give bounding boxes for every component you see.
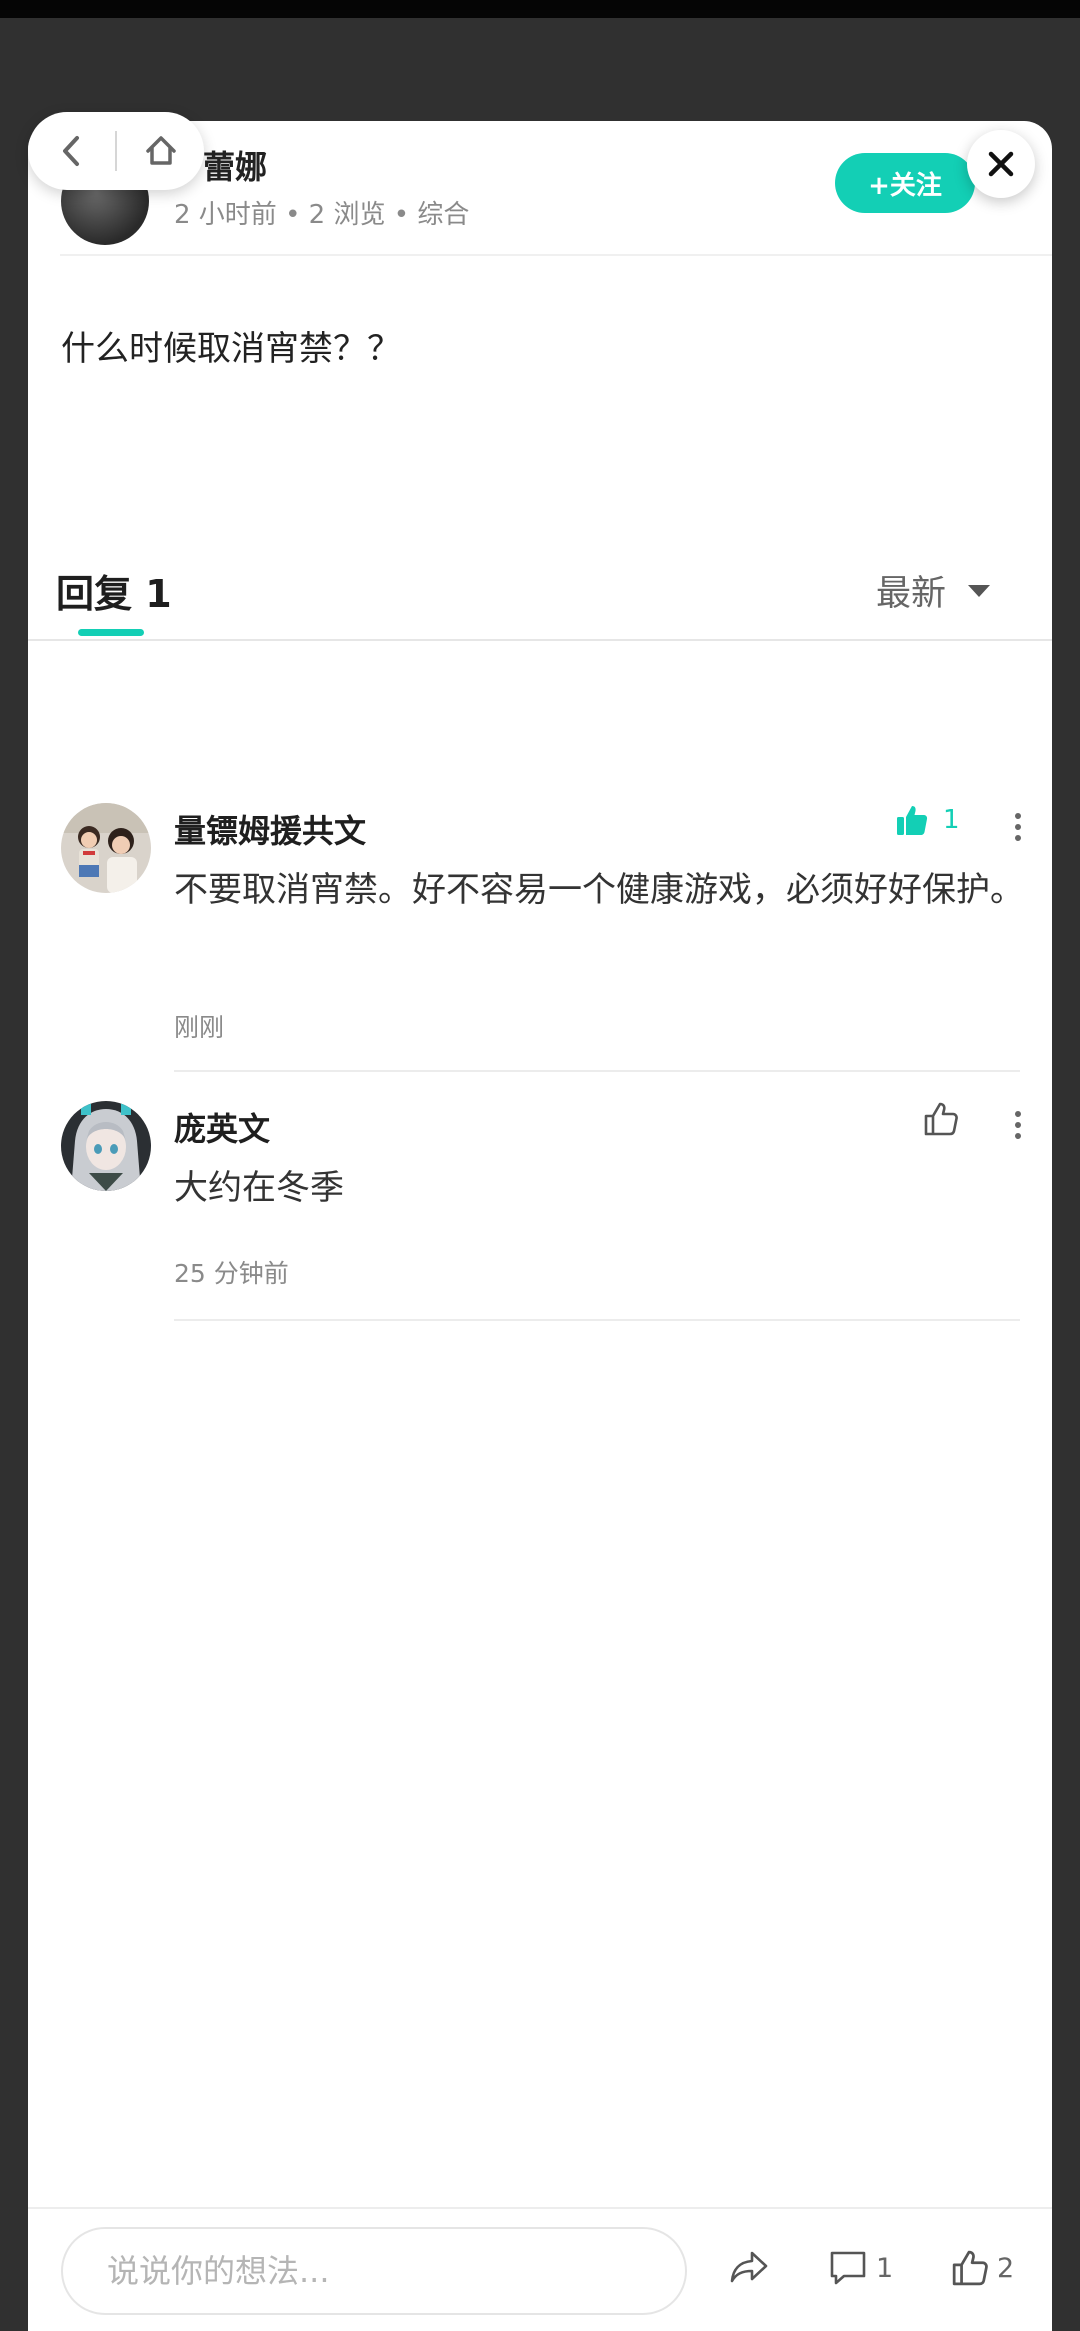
- nav-pill: [28, 112, 204, 190]
- like-count: 2: [997, 2252, 1015, 2284]
- status-bar: [0, 0, 1080, 18]
- close-icon: [988, 151, 1014, 177]
- comment-count: 1: [876, 2252, 894, 2284]
- sort-dropdown[interactable]: 最新: [876, 565, 991, 616]
- bottom-bar: 1 2: [28, 2207, 1052, 2331]
- comment-time: 刚刚: [174, 1013, 225, 1042]
- comment-text: 不要取消宵禁。好不容易一个健康游戏，必须好好保护。: [174, 870, 1024, 910]
- share-icon: [730, 2251, 768, 2283]
- comment-text: 大约在冬季: [174, 1168, 344, 1208]
- post-sheet: 蕾娜 2 小时前 • 2 浏览 • 综合 +关注 什么时候取消宵禁？？ 回复 1…: [28, 121, 1052, 2331]
- comment-icon: [830, 2251, 866, 2285]
- home-icon: [145, 136, 176, 165]
- comment-button[interactable]: 1: [828, 2249, 893, 2287]
- comment-input[interactable]: [61, 2227, 687, 2315]
- post-body: 什么时候取消宵禁？？: [61, 329, 401, 369]
- comment-divider: [174, 1070, 1020, 1072]
- comment-author[interactable]: 量镖姆援共文: [174, 806, 366, 852]
- more-button[interactable]: [1003, 807, 1033, 847]
- more-vertical-icon: [1015, 1111, 1021, 1117]
- caret-down-icon: [968, 584, 991, 597]
- tab-replies[interactable]: 回复 1: [56, 563, 172, 618]
- follow-button[interactable]: +关注: [835, 153, 975, 213]
- back-button[interactable]: [28, 112, 115, 190]
- more-vertical-icon: [1015, 813, 1021, 819]
- like-post-button[interactable]: 2: [951, 2249, 1014, 2287]
- thumbs-up-icon: [897, 806, 928, 835]
- post-meta: 2 小时前 • 2 浏览 • 综合: [174, 200, 470, 230]
- like-button[interactable]: [923, 1101, 959, 1137]
- like-button[interactable]: 1: [895, 803, 960, 837]
- thumbs-up-icon: [924, 1102, 958, 1136]
- like-count: 1: [943, 805, 960, 835]
- comment-time: 25 分钟前: [174, 1259, 289, 1288]
- avatar[interactable]: [61, 1101, 151, 1191]
- comment-author[interactable]: 庞英文: [174, 1104, 270, 1150]
- sort-label: 最新: [876, 574, 947, 614]
- more-button[interactable]: [1003, 1105, 1033, 1145]
- share-button[interactable]: [728, 2249, 770, 2285]
- author-name[interactable]: 蕾娜: [203, 142, 267, 188]
- home-button[interactable]: [117, 112, 204, 190]
- tab-indicator: [78, 629, 144, 636]
- avatar-photo: [61, 803, 151, 893]
- header-divider: [60, 254, 1052, 256]
- tabs-divider: [28, 639, 1052, 641]
- avatar[interactable]: [61, 803, 151, 893]
- avatar-photo: [61, 1101, 151, 1191]
- comment-divider: [174, 1319, 1020, 1321]
- chevron-left-icon: [62, 136, 79, 166]
- thumbs-up-icon: [952, 2250, 988, 2286]
- close-button[interactable]: [967, 130, 1035, 198]
